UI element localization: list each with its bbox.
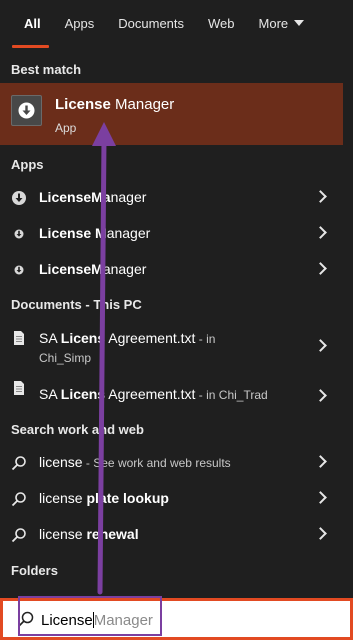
filter-tabs: All Apps Documents Web More [0, 0, 353, 48]
document-result[interactable]: SA Licens Agreement.txt - in Chi_Trad [0, 374, 343, 418]
best-match-item[interactable]: License Manager App [0, 83, 343, 145]
document-result[interactable]: SA Licens Agreement.txt - in Chi_Simp [0, 324, 343, 368]
section-documents: Documents - This PC [11, 297, 142, 312]
chevron-right-icon[interactable] [314, 190, 327, 203]
app-result[interactable]: LicenseManager [0, 252, 343, 288]
best-match-title: License Manager [55, 96, 175, 113]
chevron-right-icon[interactable] [314, 491, 327, 504]
download-app-icon [14, 265, 24, 275]
download-app-icon [14, 229, 24, 239]
web-result[interactable]: license plate lookup [0, 481, 343, 517]
tab-more[interactable]: More [247, 0, 317, 48]
section-folders: Folders [11, 563, 58, 578]
section-apps: Apps [11, 157, 44, 172]
tab-apps[interactable]: Apps [53, 0, 107, 48]
annotation-highlight-box [18, 596, 162, 636]
app-result[interactable]: License Manager [0, 216, 343, 252]
download-app-icon [12, 191, 26, 205]
caret-down-icon [294, 20, 305, 26]
web-result[interactable]: license - See work and web results [0, 445, 343, 481]
text-file-icon [14, 381, 24, 395]
chevron-right-icon[interactable] [314, 339, 327, 352]
search-icon [11, 528, 26, 543]
best-match-subtitle: App [55, 121, 77, 135]
chevron-right-icon[interactable] [314, 455, 327, 468]
chevron-right-icon[interactable] [314, 226, 327, 239]
text-file-icon [14, 331, 24, 345]
section-search-web: Search work and web [11, 422, 144, 437]
tab-all[interactable]: All [0, 0, 53, 48]
tab-documents[interactable]: Documents [106, 0, 196, 48]
section-best-match: Best match [11, 62, 82, 77]
download-app-icon [11, 95, 42, 126]
search-icon [11, 492, 26, 507]
search-icon [11, 456, 26, 471]
start-menu-search-panel: All Apps Documents Web More Best match L… [0, 0, 353, 640]
web-result[interactable]: license renewal [0, 517, 343, 553]
chevron-right-icon[interactable] [314, 527, 327, 540]
chevron-right-icon[interactable] [314, 389, 327, 402]
tab-web[interactable]: Web [196, 0, 247, 48]
chevron-right-icon[interactable] [314, 262, 327, 275]
app-result[interactable]: LicenseManager [0, 180, 343, 216]
